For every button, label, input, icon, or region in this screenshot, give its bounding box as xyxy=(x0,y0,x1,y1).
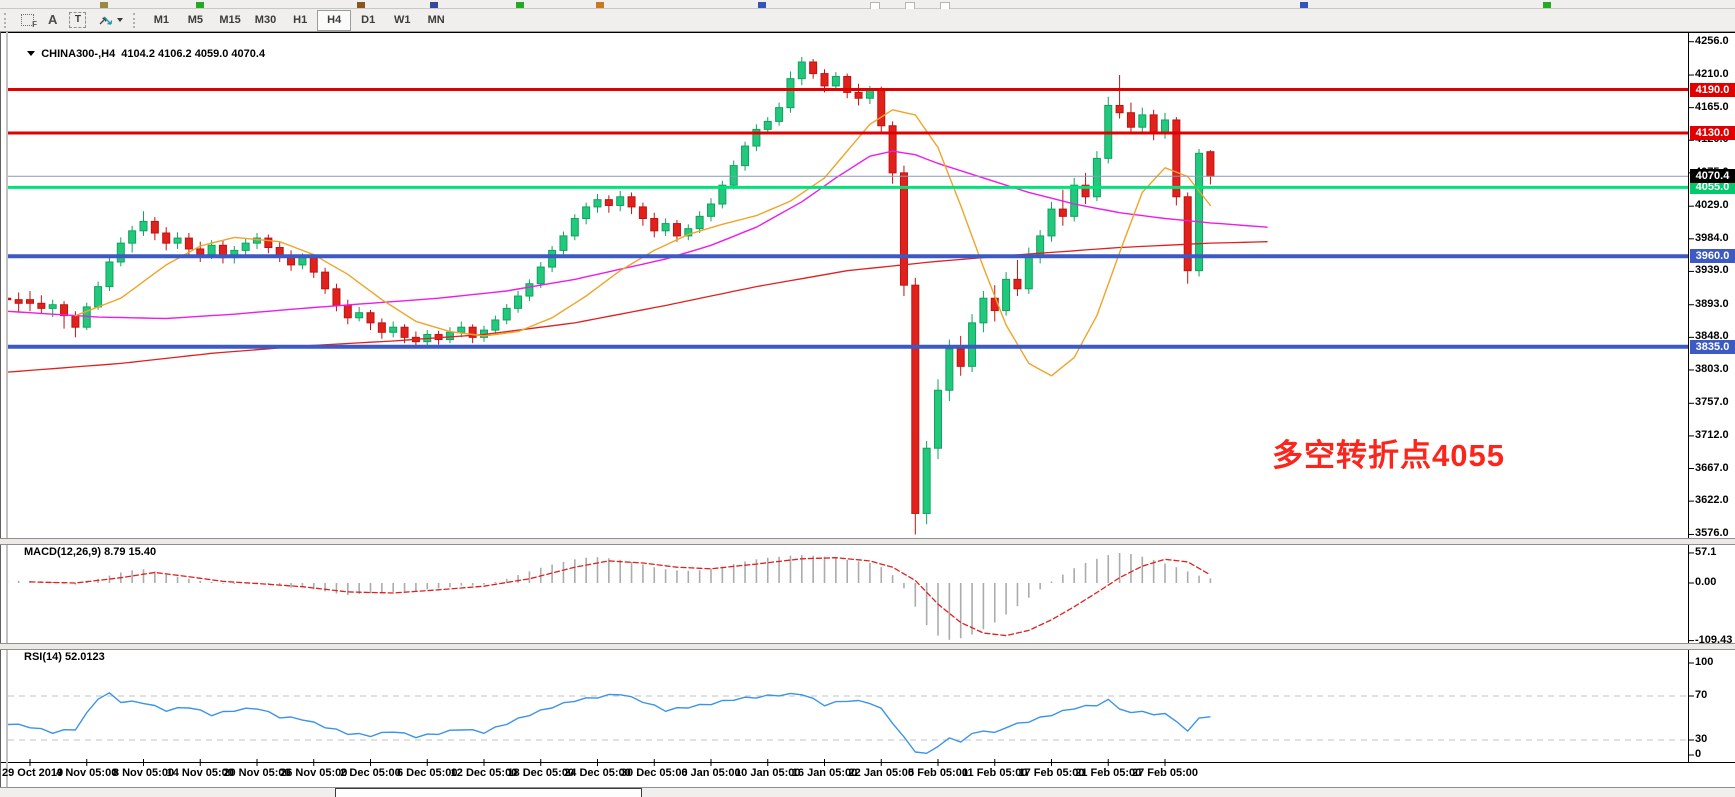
rsi-indicator-label: RSI(14) 52.0123 xyxy=(24,651,105,663)
price-tick-label: 3712.0 xyxy=(1695,429,1729,441)
chart-text-annotation[interactable]: 多空转折点4055 xyxy=(1272,430,1505,475)
horizontal-scrollbar[interactable] xyxy=(0,787,1735,797)
price-tick-label: 3803.0 xyxy=(1695,363,1729,375)
price-tick-label: 4256.0 xyxy=(1695,35,1729,47)
scrollbar-thumb[interactable] xyxy=(335,788,642,797)
plot-area[interactable] xyxy=(4,57,1214,535)
chart-canvas[interactable] xyxy=(0,0,1735,797)
rsi-tick-label: 0 xyxy=(1695,748,1701,760)
rsi-tick-label: 70 xyxy=(1695,689,1707,701)
macd-indicator-label: MACD(12,26,9) 8.79 15.40 xyxy=(24,546,156,558)
rsi-tick-label: 100 xyxy=(1695,656,1713,668)
price-tick-label: 3939.0 xyxy=(1695,264,1729,276)
ohlc-text: CHINA300-,H4 4104.2 4106.2 4059.0 4070.4 xyxy=(41,48,265,60)
price-badge: 4070.4 xyxy=(1690,169,1735,183)
panel-separator-rsi[interactable] xyxy=(0,643,1735,650)
price-tick-label: 4165.0 xyxy=(1695,101,1729,113)
price-badge: 3835.0 xyxy=(1690,340,1735,354)
chart-frame-left-inner xyxy=(6,32,8,787)
price-badge: 4190.0 xyxy=(1690,83,1735,97)
price-tick-label: 3667.0 xyxy=(1695,462,1729,474)
chart-ohlc-header: CHINA300-,H4 4104.2 4106.2 4059.0 4070.4 xyxy=(15,36,265,72)
price-badge: 4130.0 xyxy=(1690,126,1735,140)
macd-tick-label: 57.1 xyxy=(1695,546,1716,558)
price-badge: 3960.0 xyxy=(1690,249,1735,263)
price-tick-label: 4210.0 xyxy=(1695,68,1729,80)
price-tick-label: 3622.0 xyxy=(1695,494,1729,506)
price-tick-label: 4029.0 xyxy=(1695,199,1729,211)
price-tick-label: 3984.0 xyxy=(1695,232,1729,244)
panel-separator-macd[interactable] xyxy=(0,538,1735,545)
rsi-line xyxy=(7,693,1210,754)
macd-tick-label: 0.00 xyxy=(1695,576,1716,588)
time-tick-label: 27 Feb 05:00 xyxy=(1120,767,1210,779)
symbol-dropdown-icon[interactable] xyxy=(27,51,35,60)
mt4-window: F A T M1M5M15M30H1H4D1W1MN CHINA300-,H4 … xyxy=(0,0,1735,797)
price-tick-label: 3757.0 xyxy=(1695,396,1729,408)
candlesticks xyxy=(4,57,1214,535)
chart-frame-left xyxy=(0,32,1,787)
rsi-tick-label: 30 xyxy=(1695,733,1707,745)
price-tick-label: 3893.0 xyxy=(1695,298,1729,310)
macd-histogram xyxy=(7,553,1210,640)
